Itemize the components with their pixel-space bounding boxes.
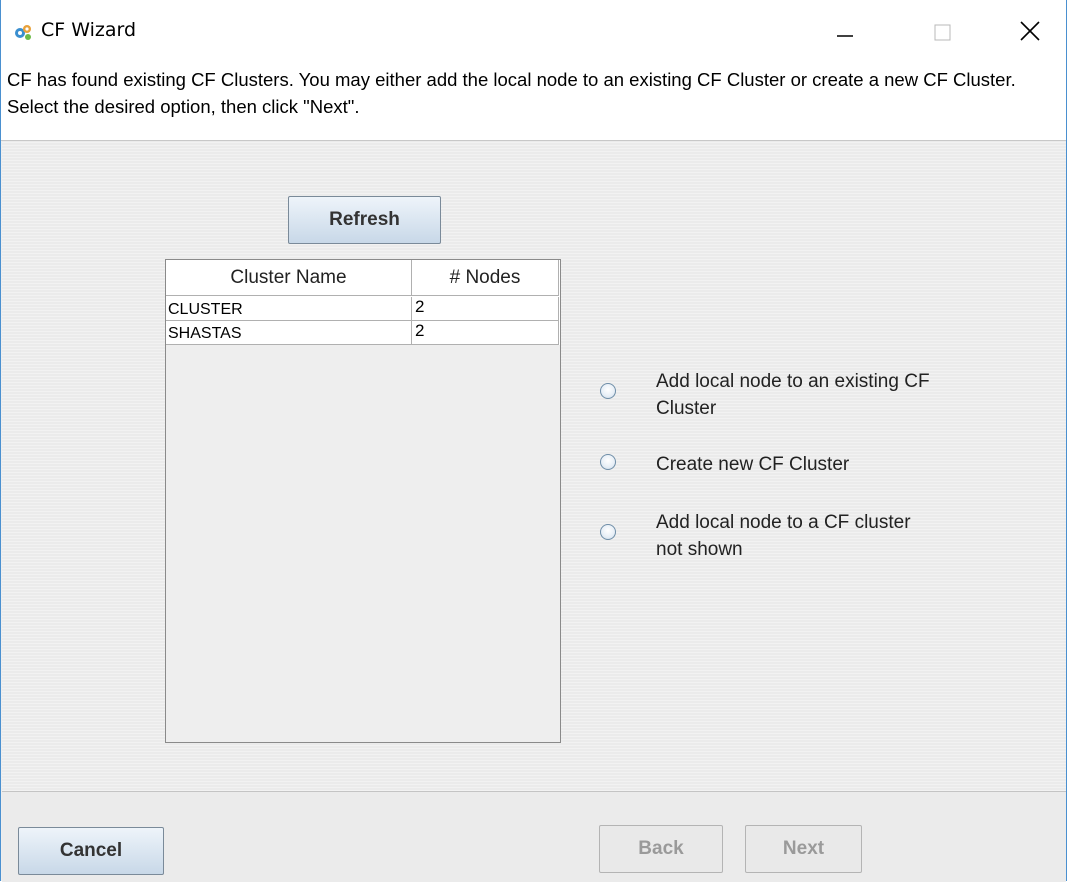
radio-add-existing[interactable]	[600, 383, 616, 399]
option-label[interactable]: Create new CF Cluster	[656, 451, 936, 478]
table-row[interactable]: CLUSTER 2	[166, 297, 560, 321]
back-button[interactable]: Back	[599, 825, 723, 873]
maximize-icon[interactable]	[921, 10, 967, 52]
radio-create-new[interactable]	[600, 454, 616, 470]
description-panel: CF has found existing CF Clusters. You m…	[1, 62, 1066, 141]
cell-cluster-name: SHASTAS	[166, 321, 412, 345]
window-title: CF Wizard	[41, 19, 137, 41]
main-panel: Refresh Cluster Name # Nodes CLUSTER 2 S…	[2, 141, 1066, 791]
table-row[interactable]: SHASTAS 2	[166, 321, 560, 345]
column-header-cluster-name[interactable]: Cluster Name	[166, 260, 412, 296]
cell-cluster-name: CLUSTER	[166, 297, 412, 321]
option-label[interactable]: Add local node to an existing CF Cluster	[656, 368, 936, 422]
next-button[interactable]: Next	[745, 825, 862, 873]
wizard-window: CF Wizard CF has found existing CF Clust…	[0, 0, 1067, 882]
table-header: Cluster Name # Nodes	[166, 260, 560, 297]
cell-nodes: 2	[412, 321, 559, 345]
minimize-icon[interactable]	[821, 10, 867, 52]
button-bar: Cancel Back Next	[2, 791, 1066, 882]
cell-nodes: 2	[412, 297, 559, 321]
title-bar: CF Wizard	[1, 0, 1066, 62]
cluster-table[interactable]: Cluster Name # Nodes CLUSTER 2 SHASTAS 2	[165, 259, 561, 743]
close-icon[interactable]	[1011, 10, 1057, 52]
column-header-nodes[interactable]: # Nodes	[412, 260, 559, 296]
refresh-button[interactable]: Refresh	[288, 196, 441, 244]
cancel-button[interactable]: Cancel	[18, 827, 164, 875]
cf-gear-icon	[15, 25, 31, 40]
description-text: CF has found existing CF Clusters. You m…	[7, 69, 1016, 117]
option-label[interactable]: Add local node to a CF cluster not shown	[656, 509, 936, 563]
radio-add-not-shown[interactable]	[600, 524, 616, 540]
